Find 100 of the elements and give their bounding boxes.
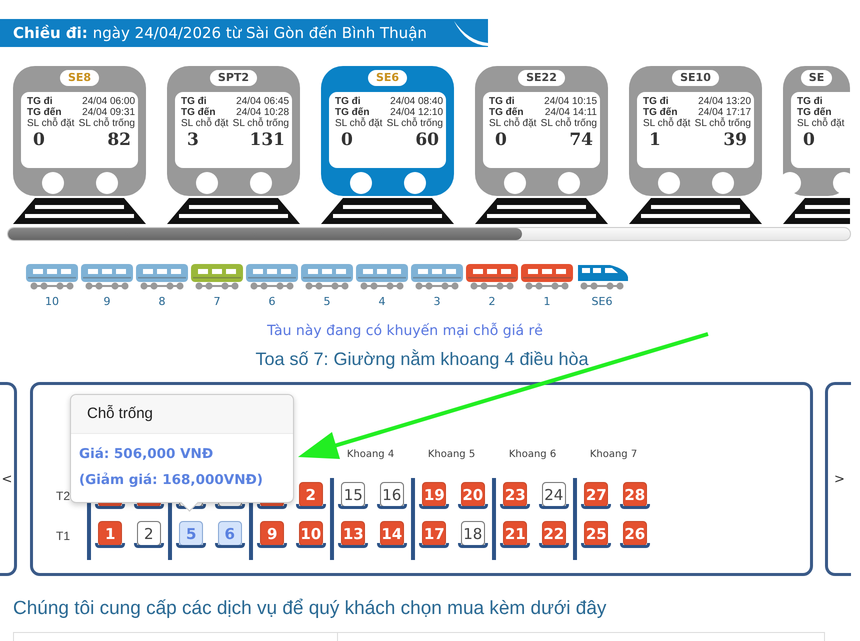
seat[interactable]: 5 [179,521,204,546]
coach-icon[interactable] [411,264,463,290]
berth-frame [538,543,569,548]
wheel [196,172,218,194]
free-count: 131 [248,129,286,150]
seat[interactable]: 24 [542,482,566,507]
wheel [504,172,526,194]
depart-label: TG đi [27,96,54,107]
free-count: 74 [568,129,594,150]
train-name: SE [800,70,832,86]
scrollbar-thumb[interactable] [8,228,522,240]
seat[interactable]: 28 [622,482,647,507]
compartment-label: Khoang 4 [346,449,394,460]
promo-text: Tàu này đang có khuyến mại chỗ giá rẻ [266,323,544,339]
booked-count: 3 [186,129,200,150]
services-heading: Chúng tôi cung cấp các dịch vụ để quý khách chọn mua kèm dưới đây [13,598,608,620]
free-count: 82 [106,129,132,150]
depart-label: TG đi [797,96,824,107]
booked-label: SL chỗ đặt [335,118,383,129]
train-name: SE6 [368,70,408,86]
train-card[interactable]: SPT2 TG đi 24/04 06:45 TG đến 24/04 10:28 SL chỗ đặt SL chỗ trống 3 131 [167,66,300,196]
route-text: ngày 24/04/2026 từ Sài Gòn đến Bình Thuận [92,24,427,42]
berth-frame [419,504,450,509]
berth-row-label: T1 [56,528,70,545]
berth-frame [338,504,368,509]
coach-icon[interactable] [191,264,243,290]
train-card[interactable]: SE10 TG đi 24/04 13:20 TG đến 24/04 17:17 SL chỗ đặt SL chỗ trống 1 39 [629,66,762,196]
depart-time: 24/04 08:40 [389,96,443,107]
train-card[interactable]: SE22 TG đi 24/04 10:15 TG đến 24/04 14:11 SL chỗ đặt SL chỗ trống 0 74 [475,66,608,196]
coach-icon[interactable] [26,264,78,290]
seat[interactable]: 16 [380,482,404,507]
depart-label: TG đi [643,96,670,107]
scrollbar[interactable] [7,227,851,241]
train-card[interactable]: SE TG đi TG đến SL chỗ đặt 0 [783,66,850,196]
booked-count: 0 [32,129,46,150]
seat[interactable]: 15 [341,482,366,507]
compartment-label: Khoang 7 [590,449,638,460]
berth-frame [500,543,530,548]
seat[interactable]: 25 [584,521,608,546]
berth-frame [296,543,326,548]
berth-frame [257,543,288,548]
prev-button[interactable]: < [0,382,17,576]
seat[interactable]: 22 [542,521,566,546]
free-label: SL chỗ trống [78,118,135,129]
coach-icon[interactable] [521,264,573,290]
depart-time: 24/04 10:15 [543,96,597,107]
seat[interactable]: 26 [622,521,647,546]
coach-number: 3 [434,295,440,308]
seat[interactable]: 13 [341,521,366,546]
free-label: SL chỗ trống [386,118,443,129]
wheel [712,172,734,194]
wheel [96,172,118,194]
berth-frame [538,504,569,509]
coach-icon[interactable] [81,264,133,290]
seat[interactable]: 6 [218,521,242,546]
free-count: 60 [414,129,440,150]
wheel [404,172,426,194]
depart-label: TG đi [335,96,362,107]
seat[interactable]: 20 [460,482,485,507]
seat[interactable]: 23 [503,482,528,507]
coach-number: 6 [268,295,276,308]
seat[interactable]: 14 [380,521,404,546]
berth-frame [500,504,530,509]
seat[interactable]: 21 [503,521,528,546]
locomotive-icon[interactable] [578,265,628,290]
seat[interactable]: 9 [260,521,284,546]
train-card[interactable]: SE8 TG đi 24/04 06:00 TG đến 24/04 09:31 SL chỗ đặt SL chỗ trống 0 82 [13,66,146,196]
next-button[interactable]: > [825,382,851,576]
price-text: Giá: 506,000 VNĐ [79,446,214,462]
coach-number: 5 [324,295,330,308]
seat[interactable]: 18 [460,521,485,546]
seat[interactable]: 19 [422,482,446,507]
wheel [558,172,580,194]
train-card[interactable]: SE6 TG đi 24/04 08:40 TG đến 24/04 12:10 SL chỗ đặt SL chỗ trống 0 60 [321,66,454,196]
seat[interactable]: 1 [98,521,122,546]
depart-label: TG đi [489,96,516,107]
coach-icon[interactable] [246,264,298,290]
booked-label: SL chỗ đặt [27,118,75,129]
coach-icon[interactable] [466,264,518,290]
coach-icon[interactable] [356,264,408,290]
coach-number: 4 [378,295,386,308]
seat[interactable]: 10 [298,521,323,546]
berth-frame [376,543,407,548]
berth-frame [458,543,488,548]
arrive-label: TG đến [181,107,216,118]
berth-row-label: T2 [56,488,70,505]
coach-number: 10 [45,295,59,308]
track-drawing [783,198,850,224]
coach-icon[interactable] [301,264,353,290]
seat[interactable]: 17 [422,521,446,546]
booked-count: 1 [648,129,662,150]
seat[interactable]: 2 [136,521,161,546]
wheel [350,172,372,194]
seat[interactable]: 2 [298,482,323,507]
berth-frame [214,543,245,548]
booked-count: 0 [494,129,508,150]
seat[interactable]: 27 [584,482,608,507]
berth-frame [581,543,612,548]
coach-icon[interactable] [136,264,188,290]
wheel [250,172,272,194]
